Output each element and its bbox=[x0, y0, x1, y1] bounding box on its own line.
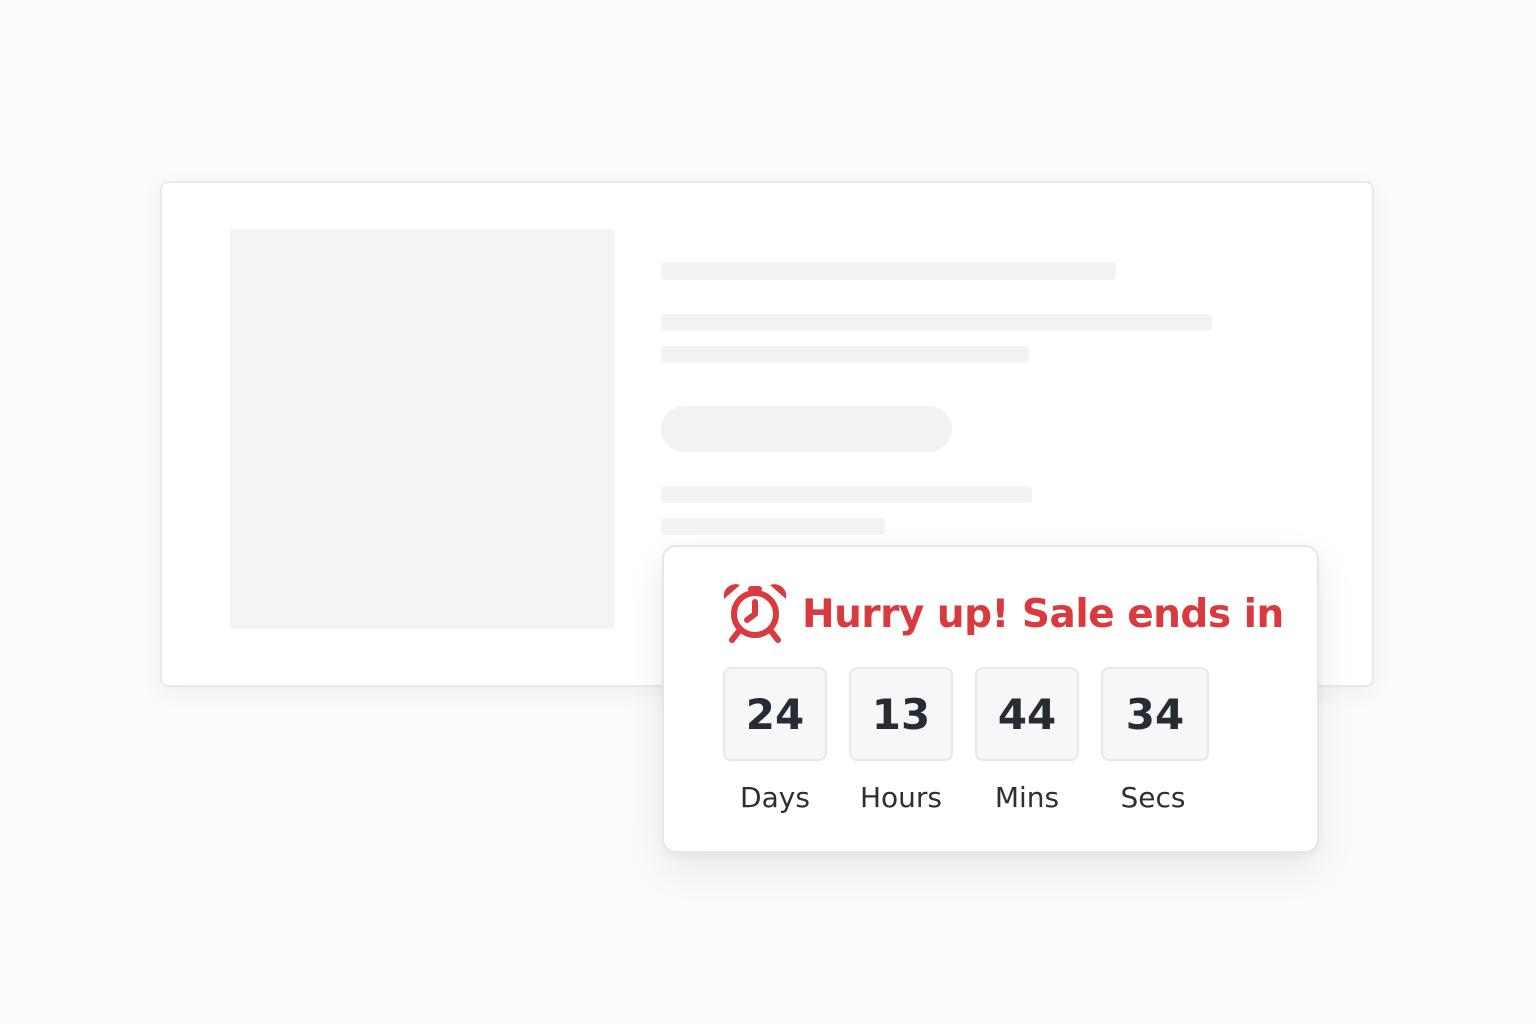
countdown-hours: 13 Hours bbox=[849, 667, 953, 814]
product-image-placeholder bbox=[230, 229, 615, 629]
description-line-placeholder bbox=[661, 346, 1029, 363]
mins-value: 44 bbox=[975, 667, 1079, 761]
page-canvas: Hurry up! Sale ends in 24 Days 13 Hours … bbox=[0, 0, 1536, 1024]
countdown-secs: 34 Secs bbox=[1101, 667, 1209, 814]
button-placeholder bbox=[661, 406, 952, 452]
text-line-placeholder bbox=[661, 486, 1032, 503]
sale-countdown-widget: Hurry up! Sale ends in 24 Days 13 Hours … bbox=[662, 545, 1319, 853]
description-line-placeholder bbox=[661, 314, 1212, 331]
hours-label: Hours bbox=[859, 781, 943, 814]
alarm-clock-icon bbox=[723, 584, 787, 643]
mins-label: Mins bbox=[994, 781, 1060, 814]
countdown-mins: 44 Mins bbox=[975, 667, 1079, 814]
days-label: Days bbox=[740, 781, 810, 814]
headline-text: Hurry up! Sale ends in bbox=[802, 591, 1284, 637]
countdown-days: 24 Days bbox=[723, 667, 827, 814]
text-line-placeholder bbox=[661, 518, 885, 535]
days-value: 24 bbox=[723, 667, 827, 761]
secs-label: Secs bbox=[1120, 781, 1186, 814]
countdown-headline: Hurry up! Sale ends in bbox=[720, 581, 1284, 647]
title-placeholder bbox=[661, 262, 1116, 280]
secs-value: 34 bbox=[1101, 667, 1209, 761]
hours-value: 13 bbox=[849, 667, 953, 761]
